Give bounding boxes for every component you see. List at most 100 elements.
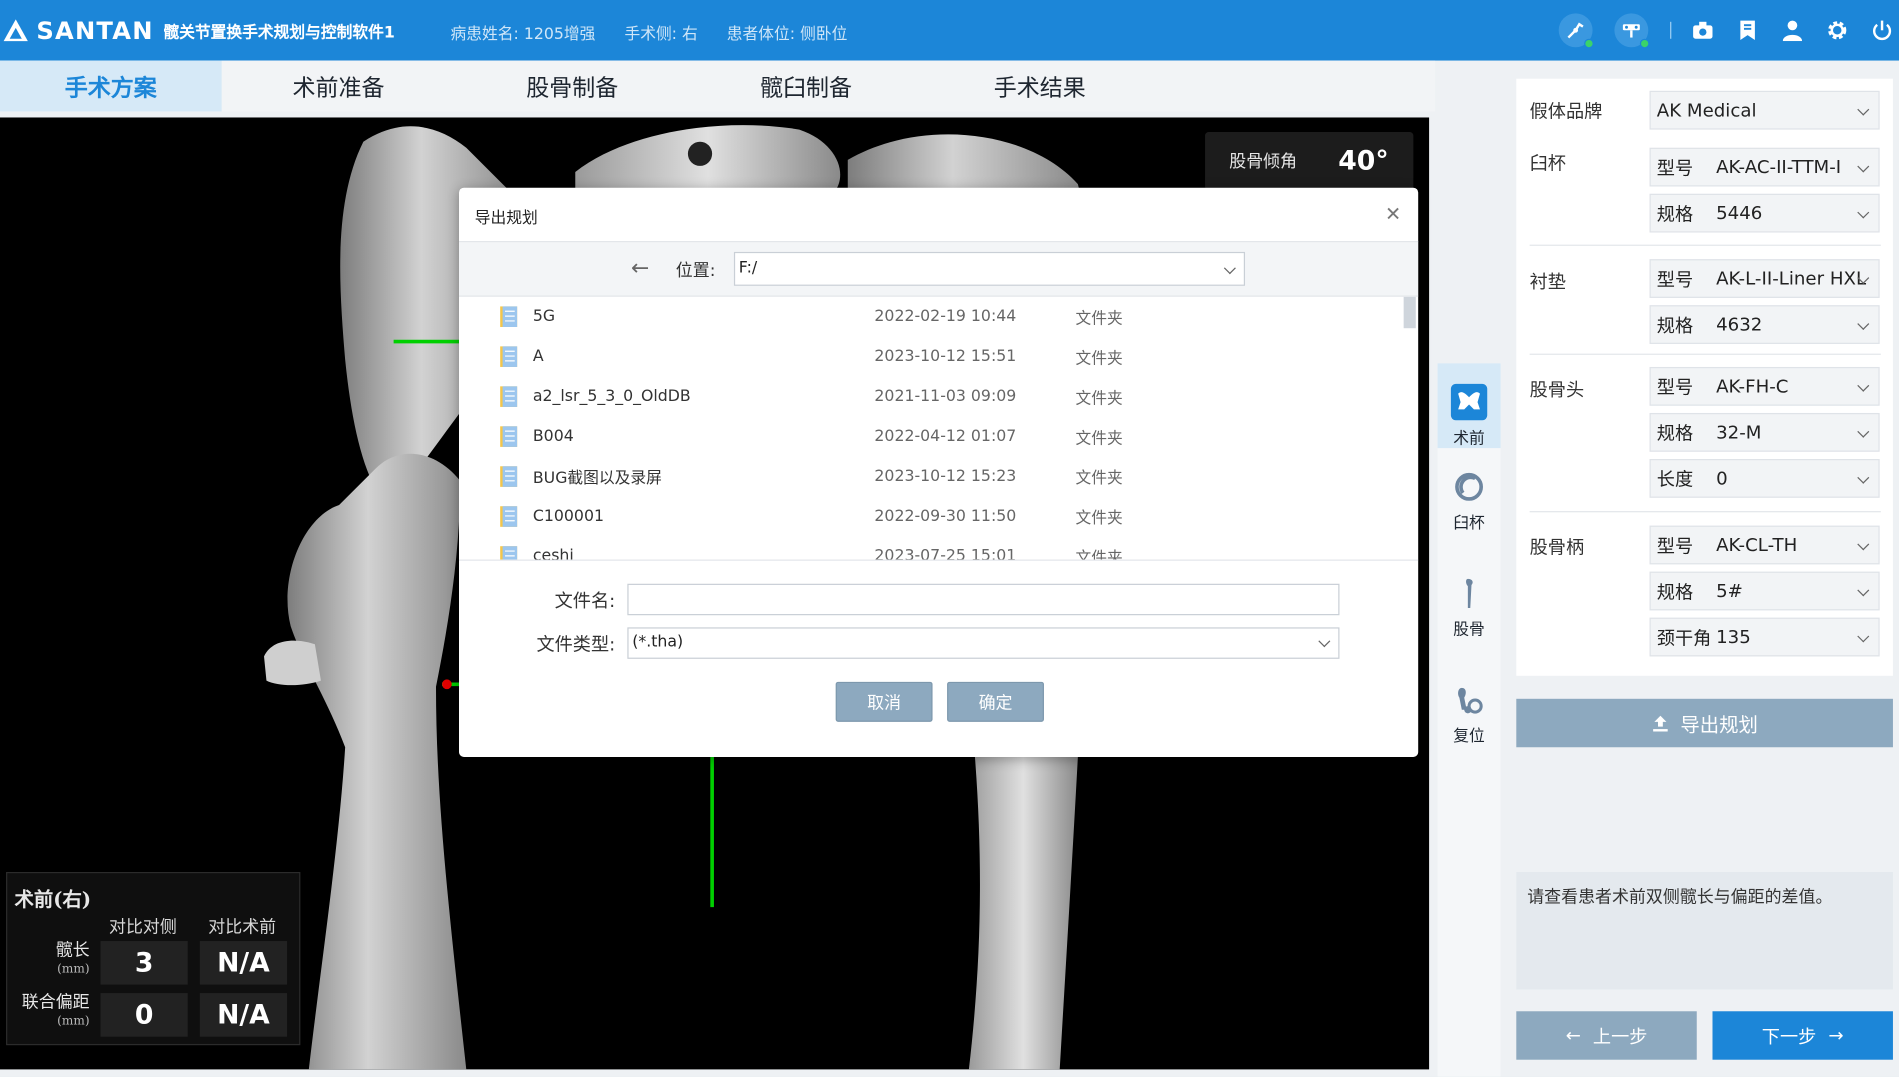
cup-size-select[interactable]: 规格 5446 <box>1649 193 1880 233</box>
file-name: 5G <box>532 307 556 326</box>
section-divider <box>1529 244 1881 246</box>
file-date: 2023-10-12 15:51 <box>874 347 1017 366</box>
leg-length-contralateral-value: 3 <box>100 941 188 985</box>
tab-acetabulum-preparation[interactable]: 髋臼制备 <box>689 61 923 112</box>
arrow-right-icon: → <box>1828 1024 1844 1047</box>
file-row[interactable]: A 2023-10-12 15:51 文件夹 <box>459 337 1418 377</box>
file-row[interactable]: a2_lsr_5_3_0_OldDB 2021-11-03 09:09 文件夹 <box>459 377 1418 417</box>
location-select[interactable]: F:/ <box>733 251 1246 286</box>
cup-model-key: 型号 <box>1656 156 1694 179</box>
surgery-side: 手术侧: 右 <box>624 25 698 44</box>
settings-gear-icon[interactable] <box>1825 18 1849 42</box>
file-list[interactable]: 5G 2022-02-19 10:44 文件夹 A 2023-10-12 15:… <box>459 296 1418 560</box>
robot-arm-status-icon[interactable] <box>1558 13 1594 49</box>
camera-tracker-status-icon[interactable] <box>1614 13 1650 49</box>
top-toolbar <box>1558 0 1899 61</box>
file-name: a2_lsr_5_3_0_OldDB <box>532 387 691 406</box>
folder-icon <box>500 426 518 447</box>
file-name: C100001 <box>532 507 604 526</box>
confirm-button[interactable]: 确定 <box>947 681 1044 722</box>
col-preop-header: 对比术前 <box>208 918 277 938</box>
folder-icon <box>500 546 518 560</box>
stem-size-select[interactable]: 规格 5# <box>1649 571 1880 611</box>
power-icon[interactable] <box>1870 18 1894 42</box>
offset-label: 联合偏距 (mm) <box>7 994 90 1030</box>
filetype-select[interactable]: (*.tha) <box>627 627 1340 659</box>
app-title: 髋关节置换手术规划与控制软件1 <box>163 23 395 42</box>
cancel-button[interactable]: 取消 <box>835 681 933 722</box>
sidenav-item-cup[interactable]: 臼杯 <box>1438 448 1501 533</box>
head-length-select[interactable]: 长度 0 <box>1649 459 1880 498</box>
patient-name: 病患姓名: 1205增强 <box>450 25 596 44</box>
cup-size-value: 5446 <box>1716 202 1763 225</box>
offset-preop-value: N/A <box>199 993 288 1037</box>
hint-text: 请查看患者术前双侧髋长与偏距的差值。 <box>1527 887 1833 908</box>
stem-label: 股骨柄 <box>1529 536 1585 559</box>
next-step-button[interactable]: 下一步 → <box>1712 1011 1893 1060</box>
user-icon[interactable] <box>1780 18 1804 42</box>
file-row[interactable]: 5G 2022-02-19 10:44 文件夹 <box>459 297 1418 337</box>
file-row[interactable]: C100001 2022-09-30 11:50 文件夹 <box>459 497 1418 537</box>
preop-stats-panel: 术前(右) 对比对侧 对比术前 髋长 (mm) 3 N/A 联合偏距 (mm) … <box>6 871 301 1046</box>
head-size-select[interactable]: 规格 32-M <box>1649 412 1880 452</box>
liner-model-select[interactable]: 型号 AK-L-II-Liner HXL <box>1649 259 1880 298</box>
stem-angle-select[interactable]: 颈干角 135 <box>1649 617 1880 657</box>
back-arrow-icon[interactable]: ← <box>631 256 649 281</box>
stem-size-value: 5# <box>1716 580 1743 602</box>
folder-icon <box>500 386 518 407</box>
reduction-icon <box>1450 681 1489 720</box>
location-label: 位置: <box>675 261 716 281</box>
file-type: 文件夹 <box>1075 310 1123 329</box>
santan-logo-icon <box>3 19 28 42</box>
folder-icon <box>500 346 518 367</box>
export-plan-button[interactable]: 导出规划 <box>1516 698 1893 748</box>
file-row[interactable]: B004 2022-04-12 01:07 文件夹 <box>459 417 1418 457</box>
sidenav-item-reduction[interactable]: 复位 <box>1438 661 1501 746</box>
sidenav-label: 臼杯 <box>1453 514 1485 533</box>
tab-preop-preparation[interactable]: 术前准备 <box>222 61 456 112</box>
tab-surgical-plan[interactable]: 手术方案 <box>0 60 222 112</box>
file-date: 2022-09-30 11:50 <box>874 507 1017 526</box>
femur-icon <box>1450 574 1489 613</box>
previous-step-button[interactable]: ← 上一步 <box>1516 1011 1697 1060</box>
file-row[interactable]: ceshi 2023-07-25 15:01 文件夹 <box>459 537 1418 560</box>
location-bar: ← 位置: F:/ <box>459 241 1419 297</box>
sidenav-item-femur[interactable]: 股骨 <box>1438 555 1501 639</box>
report-icon[interactable] <box>1736 18 1760 42</box>
cup-model-select[interactable]: 型号 AK-AC-II-TTM-I <box>1649 147 1880 187</box>
close-icon[interactable]: ✕ <box>1385 202 1401 225</box>
chevron-down-icon <box>1857 584 1870 597</box>
head-model-key: 型号 <box>1656 376 1694 398</box>
chevron-down-icon <box>1857 379 1870 392</box>
file-type: 文件夹 <box>1075 389 1123 409</box>
file-type: 文件夹 <box>1075 549 1123 560</box>
pelvis-icon <box>1450 383 1489 422</box>
filename-label: 文件名: <box>554 589 616 612</box>
brand-select[interactable]: AK Medical <box>1649 90 1880 130</box>
hint-box: 请查看患者术前双侧髋长与偏距的差值。 <box>1516 871 1893 990</box>
stats-title: 术前(右) <box>14 887 92 911</box>
tab-femur-preparation[interactable]: 股骨制备 <box>455 61 689 112</box>
leg-length-preop-value: N/A <box>199 941 288 985</box>
col-contralateral-header: 对比对侧 <box>108 918 177 938</box>
stem-model-select[interactable]: 型号 AK-CL-TH <box>1649 525 1880 565</box>
chevron-down-icon <box>1857 538 1870 551</box>
toolbar-divider <box>1670 21 1672 39</box>
camera-icon[interactable] <box>1691 18 1715 42</box>
head-size-key: 规格 <box>1656 422 1694 444</box>
tab-surgery-result[interactable]: 手术结果 <box>923 61 1157 112</box>
head-label: 股骨头 <box>1529 379 1585 401</box>
sidenav-item-preop[interactable]: 术前 <box>1437 363 1501 449</box>
liner-size-select[interactable]: 规格 4632 <box>1649 305 1880 344</box>
dialog-footer: 文件名: 文件类型: (*.tha) 取消 确定 <box>459 559 1419 757</box>
head-model-select[interactable]: 型号 AK-FH-C <box>1649 366 1880 406</box>
cup-model-value: AK-AC-II-TTM-I <box>1716 156 1842 179</box>
leg-length-text: 髋长 <box>55 941 90 961</box>
logo: SANTAN 髋关节置换手术规划与控制软件1 <box>2 15 395 45</box>
filename-input[interactable] <box>627 583 1340 616</box>
stem-model-value: AK-CL-TH <box>1716 534 1798 556</box>
file-row[interactable]: BUG截图以及录屏 2023-10-12 15:23 文件夹 <box>459 457 1418 497</box>
file-date: 2023-07-25 15:01 <box>874 547 1017 560</box>
chevron-down-icon <box>1857 425 1870 438</box>
brand-name: SANTAN <box>36 15 154 45</box>
